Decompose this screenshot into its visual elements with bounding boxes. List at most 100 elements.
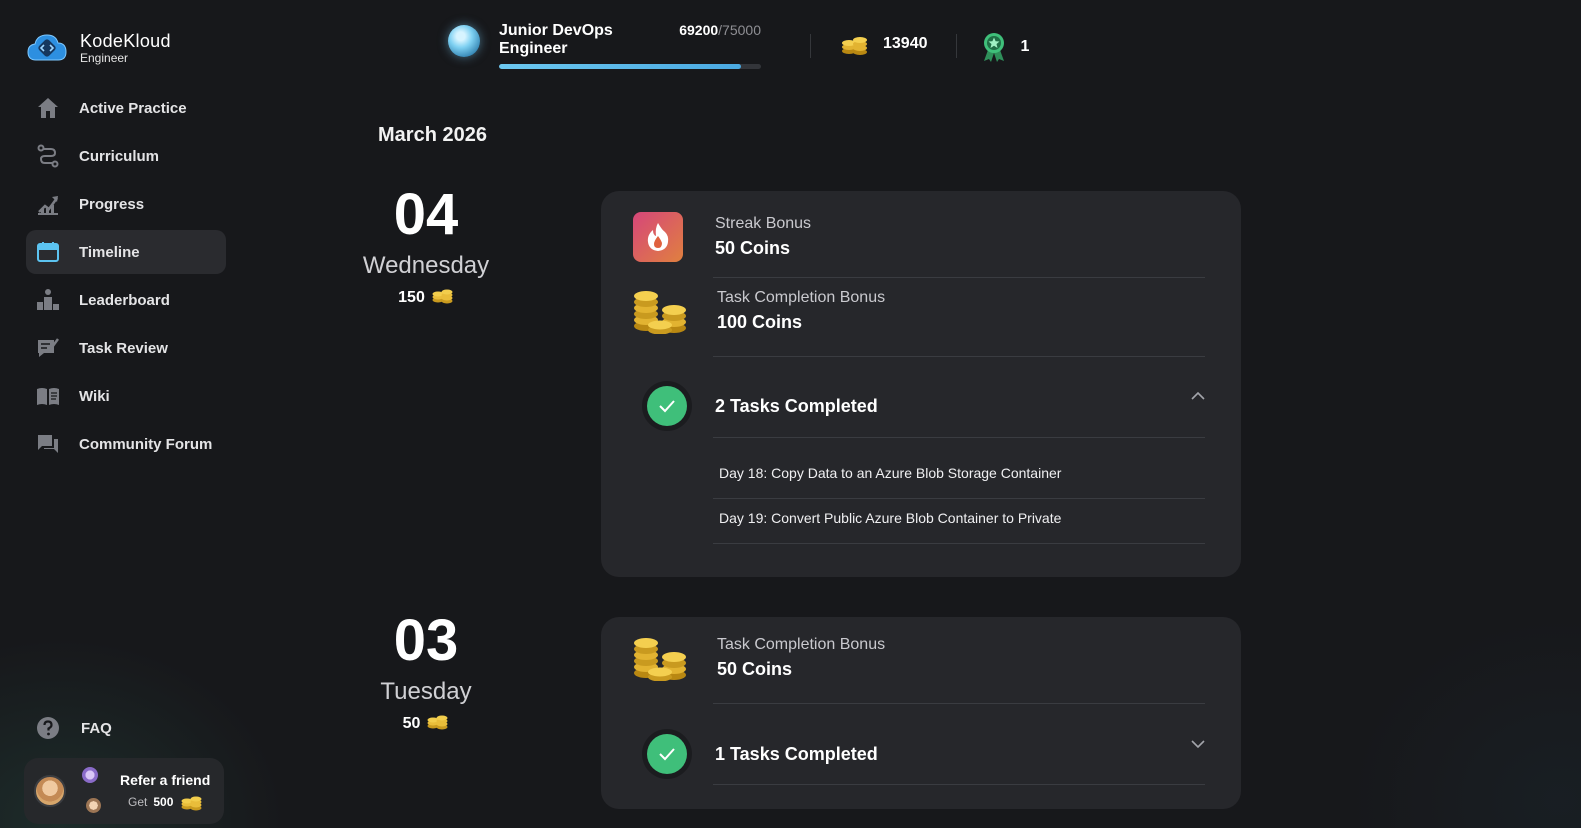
route-icon [36, 144, 60, 168]
checkmark-icon [647, 386, 687, 426]
weekday-name: Tuesday [380, 678, 472, 705]
sidebar-item-label: Leaderboard [79, 291, 170, 309]
divider [713, 543, 1205, 544]
sidebar-item-timeline[interactable]: Timeline [26, 230, 226, 274]
chevron-up-icon[interactable] [1189, 387, 1207, 405]
faq-label: FAQ [81, 719, 112, 737]
day-number: 04 [393, 182, 459, 247]
book-icon [36, 384, 60, 408]
sidebar-item-label: Wiki [79, 387, 110, 405]
sidebar-nav: Active Practice Curriculum Progress Time… [26, 86, 226, 470]
flame-icon [633, 212, 683, 262]
avatar [86, 798, 101, 813]
brand-subtitle: Engineer [80, 51, 129, 65]
rank-progress[interactable]: Junior DevOps Engineer 69200/75000 [499, 22, 761, 69]
avatar [34, 775, 66, 807]
day-coin-total: 150 [351, 286, 501, 309]
home-icon [36, 96, 60, 120]
sidebar-item-curriculum[interactable]: Curriculum [26, 134, 226, 178]
forum-icon [36, 432, 60, 456]
divider [713, 703, 1205, 704]
task-bonus-value: 100 Coins [717, 312, 803, 332]
sidebar-item-label: Curriculum [79, 147, 160, 165]
sidebar-item-wiki[interactable]: Wiki [26, 374, 226, 418]
checkmark-icon [647, 734, 687, 774]
help-icon [36, 716, 60, 740]
sidebar-item-active-practice[interactable]: Active Practice [26, 86, 226, 130]
refer-get-label: Get [128, 794, 148, 809]
refer-title: Refer a friend [120, 771, 211, 788]
top-stats-bar: Junior DevOps Engineer 69200/75000 13940… [448, 22, 1029, 72]
tasks-completed-header[interactable]: 1 Tasks Completed [633, 729, 1207, 779]
divider [810, 34, 811, 58]
sidebar-item-label: Task Review [79, 339, 168, 357]
coins-icon [181, 796, 202, 810]
check-badge [642, 381, 692, 431]
chevron-down-icon[interactable] [1189, 735, 1207, 753]
progress-icon [36, 192, 60, 216]
streak-bonus-row: Streak Bonus 50 Coins [633, 212, 1207, 262]
refer-a-friend-card[interactable]: Refer a friend Get 500 [24, 758, 224, 824]
weekday-name: Wednesday [362, 252, 490, 279]
xp-progress-bar [499, 64, 761, 69]
refer-amount: 500 [153, 794, 174, 809]
tasks-completed-title: 1 Tasks Completed [715, 743, 878, 764]
day-coin-value: 150 [398, 288, 425, 306]
sidebar-item-leaderboard[interactable]: Leaderboard [26, 278, 226, 322]
rank-title: Junior DevOps Engineer [499, 22, 613, 57]
day-summary: 04 Wednesday 150 [351, 186, 501, 309]
award-ribbon-icon [983, 33, 1004, 62]
divider [713, 356, 1205, 357]
streak-bonus-label: Streak Bonus [715, 215, 812, 232]
sidebar-item-progress[interactable]: Progress [26, 182, 226, 226]
day-coin-value: 50 [402, 714, 421, 732]
calendar-icon [36, 240, 60, 264]
month-heading: March 2026 [378, 124, 487, 146]
day-summary: 03 Tuesday 50 [351, 612, 501, 735]
brand-name: KodeKloud [80, 31, 171, 51]
referral-avatars [24, 758, 106, 824]
divider [713, 277, 1205, 278]
sidebar-item-label: Progress [79, 195, 145, 213]
day-activity-card: Streak Bonus 50 Coins Task Completion Bo… [601, 191, 1241, 577]
task-review-icon [36, 336, 60, 360]
rank-badge-icon [448, 25, 480, 57]
badge-count-value: 1 [1020, 38, 1030, 55]
coins-icon [842, 37, 867, 55]
sidebar-item-label: Community Forum [79, 435, 213, 453]
tasks-completed-title: 2 Tasks Completed [715, 395, 878, 416]
xp-progress-fill [499, 64, 741, 69]
day-number: 03 [393, 608, 459, 673]
task-bonus-row: Task Completion Bonus 100 Coins [633, 288, 1207, 334]
tasks-completed-header[interactable]: 2 Tasks Completed [633, 381, 1207, 431]
day-coin-total: 50 [351, 712, 501, 735]
streak-bonus-value: 50 Coins [715, 238, 791, 258]
divider [713, 437, 1205, 438]
divider [713, 784, 1205, 785]
sidebar-item-task-review[interactable]: Task Review [26, 326, 226, 370]
xp-counter: 69200/75000 [679, 22, 761, 38]
coins-stack-icon [634, 638, 686, 681]
badge-count[interactable]: 1 [981, 32, 1030, 62]
divider [955, 34, 957, 58]
day-activity-card: Task Completion Bonus 50 Coins 1 Tasks C… [601, 617, 1241, 809]
task-bonus-label: Task Completion Bonus [717, 289, 886, 306]
sidebar-item-community-forum[interactable]: Community Forum [26, 422, 226, 466]
sidebar-item-faq[interactable]: FAQ [36, 716, 112, 740]
task-bonus-value: 50 Coins [717, 659, 793, 679]
task-bonus-row: Task Completion Bonus 50 Coins [633, 635, 1207, 681]
brand-logo[interactable]: KodeKloud Engineer [26, 30, 171, 66]
xp-current: 69200 [679, 22, 719, 38]
coins-stack-icon [634, 291, 686, 334]
task-item[interactable]: Day 19: Convert Public Azure Blob Contai… [719, 510, 1061, 526]
coins-icon [427, 712, 449, 735]
coins-icon [432, 286, 454, 309]
coin-balance[interactable]: 13940 [841, 32, 928, 56]
check-badge [642, 729, 692, 779]
task-item[interactable]: Day 18: Copy Data to an Azure Blob Stora… [719, 465, 1061, 481]
divider [713, 498, 1205, 499]
kodekloud-logo-icon [27, 34, 67, 61]
sidebar-item-label: Active Practice [79, 99, 187, 117]
xp-max: /75000 [718, 22, 761, 38]
avatar [82, 767, 98, 783]
